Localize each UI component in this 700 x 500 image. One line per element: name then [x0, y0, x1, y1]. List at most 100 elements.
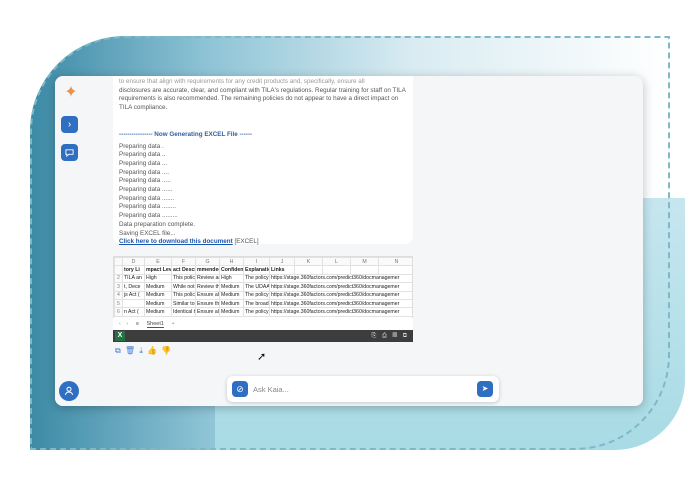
header-cell[interactable] — [322, 265, 351, 275]
sheet-tab[interactable]: Sheet1 — [146, 321, 164, 328]
prev-sheet-icon[interactable]: ‹ — [119, 321, 121, 327]
delete-icon[interactable]: 🗑 — [125, 346, 136, 355]
table-cell[interactable]: Similar to — [171, 298, 196, 309]
header-cell[interactable]: act Descrip — [171, 265, 196, 275]
table-cell[interactable]: The broad — [243, 298, 270, 309]
all-sheets-menu-icon[interactable]: ≡ — [136, 321, 139, 327]
paragraph-line: to ensure that align with requirements f… — [119, 78, 365, 85]
header-cell[interactable] — [294, 265, 323, 275]
column-letter[interactable]: F — [171, 257, 196, 267]
table-cell[interactable]: Medium — [144, 282, 172, 292]
sidebar: ✦ › — [55, 76, 85, 406]
table-cell[interactable]: Ensure th — [195, 298, 220, 309]
row-number: 4 — [114, 290, 123, 300]
table-cell[interactable]: This policy — [171, 290, 196, 300]
add-sheet-icon[interactable]: + — [171, 321, 174, 327]
table-cell-link[interactable]: https://stage.360factors.com/predict360/… — [269, 307, 412, 317]
column-letter[interactable]: G — [195, 257, 220, 267]
expand-sidebar-button[interactable]: › — [61, 116, 78, 133]
table-row: 5 Medium Similar to Ensure th Medium The… — [114, 298, 412, 309]
column-letter[interactable]: E — [144, 257, 172, 267]
header-cell[interactable]: mmended — [195, 265, 220, 275]
ask-input[interactable] — [253, 381, 463, 397]
table-cell[interactable] — [122, 298, 145, 309]
chat-button[interactable] — [61, 144, 78, 161]
paperclip-icon: ⊘ — [236, 384, 244, 394]
page: ✦ › to ensure that align with requiremen… — [0, 0, 700, 500]
table-cell[interactable]: The policy — [243, 290, 270, 300]
column-header-row: D E F G H I J K L M N — [114, 257, 412, 267]
header-cell[interactable]: Explanation — [243, 265, 270, 275]
table-cell[interactable]: The policy — [243, 273, 270, 284]
table-cell[interactable]: While not — [171, 282, 196, 292]
progress-line: Preparing data . — [119, 142, 164, 150]
header-cell[interactable]: Links — [269, 265, 295, 275]
analysis-paragraph: to ensure that align with requirements f… — [119, 78, 407, 113]
table-cell[interactable]: TILA an — [122, 273, 145, 284]
download-row: Click here to download this document [EX… — [119, 238, 407, 247]
table-cell-link[interactable]: https://stage.360factors.com/predict360/… — [269, 298, 412, 309]
attach-button[interactable]: ⊘ — [232, 381, 248, 397]
table-cell[interactable]: Medium — [219, 307, 244, 317]
view-icon[interactable]: ▤ — [392, 333, 399, 339]
table-row: 2 TILA an High This policy Review an Hig… — [114, 273, 412, 284]
table-cell[interactable]: Medium — [144, 307, 172, 317]
header-cell[interactable]: tory Li — [122, 265, 145, 275]
progress-log: Preparing data . Preparing data .. Prepa… — [119, 143, 407, 239]
table-cell[interactable]: High — [219, 273, 244, 284]
sheet-grid: D E F G H I J K L M N tory Li mpact Lev … — [114, 257, 412, 317]
column-letter[interactable]: L — [322, 257, 351, 267]
column-letter[interactable]: N — [378, 257, 412, 267]
table-cell[interactable]: Medium — [144, 298, 172, 309]
column-letter[interactable]: D — [122, 257, 145, 267]
table-cell-link[interactable]: https://stage.360factors.com/predict360/… — [269, 282, 412, 292]
chevron-right-icon: › — [67, 119, 72, 130]
download-file-icon[interactable]: ⎘ — [371, 333, 378, 339]
table-cell[interactable]: Medium — [219, 290, 244, 300]
table-cell-link[interactable]: https://stage.360factors.com/predict360/… — [269, 273, 412, 284]
download-link[interactable]: Click here to download this document — [119, 238, 233, 245]
column-letter[interactable]: K — [294, 257, 323, 267]
copy-icon[interactable]: ⧉ — [115, 346, 122, 355]
row-number: 2 — [114, 273, 123, 284]
header-cell[interactable]: Confidence — [219, 265, 244, 275]
send-button[interactable]: ➤ — [477, 381, 493, 397]
progress-line: Preparing data ...... — [119, 186, 173, 194]
column-letter[interactable]: J — [269, 257, 295, 267]
table-cell[interactable]: The policy — [243, 307, 270, 317]
download-format: [EXCEL] — [234, 238, 259, 246]
thumbs-down-icon[interactable]: 👎 — [161, 346, 172, 355]
next-sheet-icon[interactable]: › — [126, 321, 128, 327]
table-cell[interactable]: n Act ( — [122, 307, 145, 317]
user-icon — [65, 386, 73, 396]
send-icon: ➤ — [481, 384, 489, 393]
excel-status-bar: X ⎘ ⎙ ▤ ⧉ — [113, 330, 413, 342]
header-cell[interactable] — [350, 265, 379, 275]
table-cell[interactable]: Ensure al — [195, 290, 220, 300]
column-letter[interactable]: M — [350, 257, 379, 267]
column-letter[interactable]: I — [243, 257, 270, 267]
progress-line: Data preparation complete. — [119, 220, 195, 228]
thumbs-up-icon[interactable]: 👍 — [147, 346, 158, 355]
table-cell-link[interactable]: https://stage.360factors.com/predict360/… — [269, 290, 412, 300]
table-cell[interactable]: Ensure all — [195, 307, 220, 317]
print-icon[interactable]: ⎙ — [382, 333, 389, 339]
popout-icon[interactable]: ⧉ — [403, 333, 409, 339]
table-cell[interactable]: This policy — [171, 273, 196, 284]
table-cell[interactable]: Medium — [144, 290, 172, 300]
progress-line: Preparing data ..... — [119, 177, 171, 185]
column-letter[interactable]: H — [219, 257, 244, 267]
table-cell[interactable]: t, Dece — [122, 282, 145, 292]
table-cell[interactable]: js Act ( — [122, 290, 145, 300]
table-cell[interactable]: Identical t — [171, 307, 196, 317]
table-cell[interactable]: High — [144, 273, 172, 284]
table-cell[interactable]: The UDAA — [243, 282, 270, 292]
table-cell[interactable]: Medium — [219, 298, 244, 309]
user-profile-button[interactable] — [59, 381, 79, 401]
header-cell[interactable] — [378, 265, 412, 275]
download-icon[interactable]: ⤓ — [139, 346, 144, 355]
header-cell[interactable]: mpact Lev — [144, 265, 172, 275]
table-cell[interactable]: Review th — [195, 282, 220, 292]
table-cell[interactable]: Review an — [195, 273, 220, 284]
table-cell[interactable]: Medium — [219, 282, 244, 292]
